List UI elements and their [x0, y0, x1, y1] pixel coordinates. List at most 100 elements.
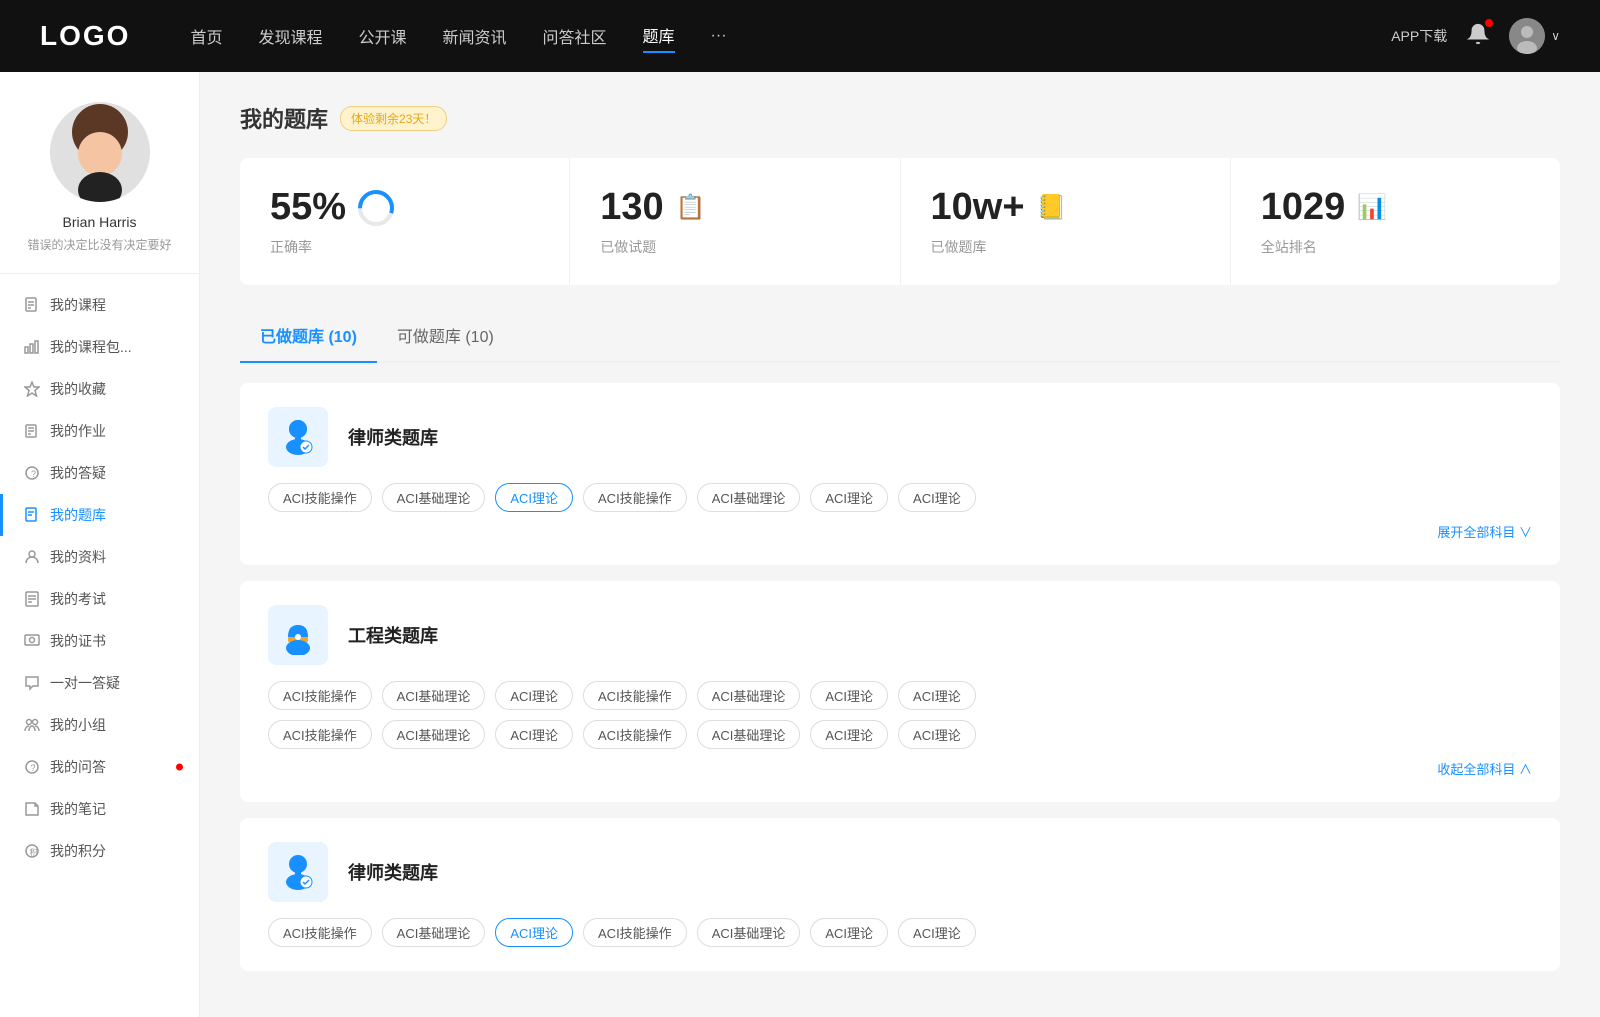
sidebar-item-my-profile[interactable]: 我的资料 — [0, 536, 199, 578]
tag-2-6[interactable]: ACI理论 — [898, 918, 976, 947]
tag-0-0[interactable]: ACI技能操作 — [268, 483, 372, 512]
tag-1-r2-5[interactable]: ACI理论 — [810, 720, 888, 749]
tab-done[interactable]: 已做题库 (10) — [240, 313, 377, 361]
sidebar-item-my-exam[interactable]: 我的考试 — [0, 578, 199, 620]
tag-2-2[interactable]: ACI理论 — [495, 918, 573, 947]
qbank-title-1: 工程类题库 — [348, 622, 438, 648]
questions-done-icon: 📋 — [676, 193, 706, 222]
tag-1-1[interactable]: ACI基础理论 — [382, 681, 486, 710]
tag-2-4[interactable]: ACI基础理论 — [697, 918, 801, 947]
tag-0-6[interactable]: ACI理论 — [898, 483, 976, 512]
svg-text:?: ? — [31, 763, 36, 773]
tag-0-2[interactable]: ACI理论 — [495, 483, 573, 512]
tag-1-0[interactable]: ACI技能操作 — [268, 681, 372, 710]
tag-2-1[interactable]: ACI基础理论 — [382, 918, 486, 947]
sidebar-label-my-course: 我的课程 — [50, 295, 106, 315]
tag-0-5[interactable]: ACI理论 — [810, 483, 888, 512]
sidebar-item-my-questions[interactable]: ? 我的问答 — [0, 746, 199, 788]
qbank-card-1: 工程类题库 ACI技能操作 ACI基础理论 ACI理论 ACI技能操作 ACI基… — [240, 581, 1560, 802]
nav-home[interactable]: 首页 — [190, 20, 222, 52]
sidebar-item-my-favorite[interactable]: 我的收藏 — [0, 368, 199, 410]
tag-0-4[interactable]: ACI基础理论 — [697, 483, 801, 512]
notification-bell[interactable] — [1467, 23, 1489, 50]
sidebar-label-my-exam: 我的考试 — [50, 589, 106, 609]
page-header: 我的题库 体验剩余23天！ — [240, 102, 1560, 134]
star-icon — [24, 381, 40, 397]
tag-1-r2-4[interactable]: ACI基础理论 — [697, 720, 801, 749]
user-icon — [24, 549, 40, 565]
qbank-tags-0: ACI技能操作 ACI基础理论 ACI理论 ACI技能操作 ACI基础理论 AC… — [268, 483, 1532, 512]
paper-icon — [24, 591, 40, 607]
sidebar-item-my-points[interactable]: 积 我的积分 — [0, 830, 199, 872]
nav-news[interactable]: 新闻资讯 — [443, 20, 507, 52]
chevron-down-icon: ∨ — [1551, 29, 1560, 43]
tag-1-6[interactable]: ACI理论 — [898, 681, 976, 710]
tag-1-r2-0[interactable]: ACI技能操作 — [268, 720, 372, 749]
main-layout: Brian Harris 错误的决定比没有决定要好 我的课程 我的课程包... — [0, 72, 1600, 1017]
tag-1-r2-1[interactable]: ACI基础理论 — [382, 720, 486, 749]
dot-badge — [176, 764, 183, 771]
nav-open-course[interactable]: 公开课 — [358, 20, 406, 52]
app-download-link[interactable]: APP下载 — [1391, 26, 1447, 46]
stat-value-questions-done: 130 — [600, 186, 663, 229]
tag-1-2[interactable]: ACI理论 — [495, 681, 573, 710]
sidebar-item-my-qbank[interactable]: 我的题库 — [0, 494, 199, 536]
nav-question-bank[interactable]: 题库 — [643, 19, 675, 53]
qbank-tags-1-row2: ACI技能操作 ACI基础理论 ACI理论 ACI技能操作 ACI基础理论 AC… — [268, 720, 1532, 749]
chat-icon — [24, 675, 40, 691]
sidebar-item-one-on-one[interactable]: 一对一答疑 — [0, 662, 199, 704]
tag-1-5[interactable]: ACI理论 — [810, 681, 888, 710]
profile-section: Brian Harris 错误的决定比没有决定要好 — [0, 102, 199, 274]
sidebar-item-my-notes[interactable]: 我的笔记 — [0, 788, 199, 830]
user-avatar-wrapper[interactable]: ∨ — [1509, 18, 1560, 54]
stat-value-banks-done: 10w+ — [931, 186, 1025, 229]
question-icon: ? — [24, 465, 40, 481]
sidebar-label-my-qa: 我的答疑 — [50, 463, 106, 483]
qbank-card-2: 律师类题库 ACI技能操作 ACI基础理论 ACI理论 ACI技能操作 ACI基… — [240, 818, 1560, 971]
stat-questions-done: 130 📋 已做试题 — [570, 158, 900, 285]
qbank-tags-1-row1: ACI技能操作 ACI基础理论 ACI理论 ACI技能操作 ACI基础理论 AC… — [268, 681, 1532, 710]
expand-link-1[interactable]: 收起全部科目 ∧ — [1437, 759, 1532, 778]
qbank-header-1: 工程类题库 — [268, 605, 1532, 665]
tag-1-r2-3[interactable]: ACI技能操作 — [583, 720, 687, 749]
nav-courses[interactable]: 发现课程 — [258, 20, 322, 52]
sidebar-item-my-group[interactable]: 我的小组 — [0, 704, 199, 746]
sidebar-item-my-qa[interactable]: ? 我的答疑 — [0, 452, 199, 494]
sidebar-label-my-homework: 我的作业 — [50, 421, 106, 441]
nav-qa[interactable]: 问答社区 — [543, 20, 607, 52]
svg-text:?: ? — [31, 469, 36, 479]
profile-avatar — [50, 102, 150, 202]
tag-1-r2-2[interactable]: ACI理论 — [495, 720, 573, 749]
tag-1-4[interactable]: ACI基础理论 — [697, 681, 801, 710]
logo: LOGO — [40, 20, 130, 52]
tag-0-1[interactable]: ACI基础理论 — [382, 483, 486, 512]
tag-2-5[interactable]: ACI理论 — [810, 918, 888, 947]
tag-2-3[interactable]: ACI技能操作 — [583, 918, 687, 947]
tag-0-3[interactable]: ACI技能操作 — [583, 483, 687, 512]
qbank-title-2: 律师类题库 — [348, 859, 438, 885]
qbank-tags-2: ACI技能操作 ACI基础理论 ACI理论 ACI技能操作 ACI基础理论 AC… — [268, 918, 1532, 947]
qbank-icon-lawyer-0 — [268, 407, 328, 467]
stat-rank: 1029 📊 全站排名 — [1231, 158, 1560, 285]
group-icon — [24, 717, 40, 733]
qa-icon: ? — [24, 759, 40, 775]
tag-1-r2-6[interactable]: ACI理论 — [898, 720, 976, 749]
tag-2-0[interactable]: ACI技能操作 — [268, 918, 372, 947]
qbank-icon-lawyer-2 — [268, 842, 328, 902]
qbank-icon-engineer-1 — [268, 605, 328, 665]
expand-link-0[interactable]: 展开全部科目 ∨ — [1437, 522, 1532, 541]
sidebar-item-my-cert[interactable]: 我的证书 — [0, 620, 199, 662]
note-icon — [24, 801, 40, 817]
sidebar-label-my-favorite: 我的收藏 — [50, 379, 106, 399]
tab-available[interactable]: 可做题库 (10) — [377, 313, 514, 361]
sidebar-label-my-notes: 我的笔记 — [50, 799, 106, 819]
stat-label-accuracy: 正确率 — [270, 237, 539, 257]
sidebar-item-my-package[interactable]: 我的课程包... — [0, 326, 199, 368]
sidebar-label-my-cert: 我的证书 — [50, 631, 106, 651]
page-title: 我的题库 — [240, 102, 328, 134]
tag-1-3[interactable]: ACI技能操作 — [583, 681, 687, 710]
sidebar-item-my-homework[interactable]: 我的作业 — [0, 410, 199, 452]
nav-more[interactable]: ··· — [711, 23, 727, 49]
sidebar-label-my-questions: 我的问答 — [50, 757, 106, 777]
sidebar-item-my-course[interactable]: 我的课程 — [0, 284, 199, 326]
